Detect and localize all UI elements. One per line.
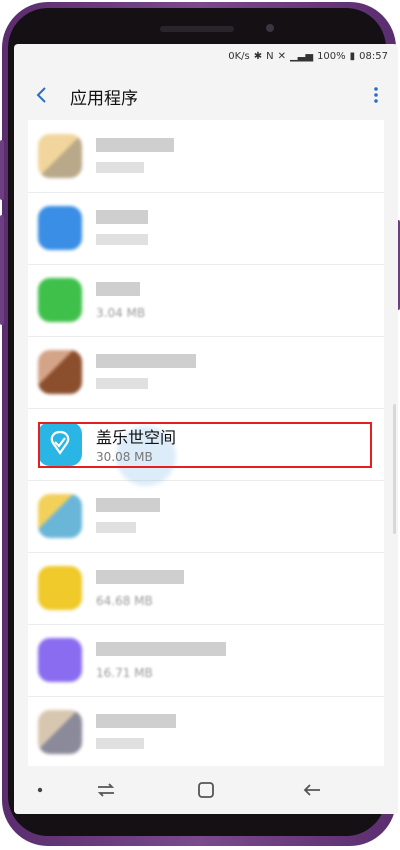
app-icon <box>38 494 82 538</box>
back-icon[interactable] <box>300 778 324 802</box>
clock: 08:57 <box>359 51 388 62</box>
app-size: 16.71 MB <box>96 666 153 680</box>
app-row-6[interactable] <box>28 480 384 553</box>
signal-icon: ▁▃▅ <box>289 51 314 62</box>
volume-button <box>0 140 4 200</box>
scrollbar[interactable] <box>393 404 396 534</box>
home-icon[interactable] <box>194 778 218 802</box>
navigation-bar <box>14 766 398 814</box>
app-icon <box>38 710 82 754</box>
app-row-2[interactable] <box>28 192 384 265</box>
app-bar: 应用程序 <box>14 72 398 120</box>
size-placeholder <box>96 234 148 245</box>
size-placeholder <box>96 522 136 533</box>
phone-frame: 0K/s ✱ N ✕ ▁▃▅ 100% ▮ 08:57 应用程序 3.04 MB… <box>0 0 400 850</box>
dot-indicator-icon <box>37 787 43 793</box>
bixby-button <box>0 215 4 325</box>
name-placeholder <box>96 138 174 152</box>
app-row-8[interactable]: 16.71 MB <box>28 624 384 697</box>
app-row-galaxy-space[interactable]: 盖乐世空间 30.08 MB <box>28 408 384 486</box>
app-icon <box>38 278 82 322</box>
app-icon <box>38 350 82 394</box>
name-placeholder <box>96 498 160 512</box>
app-row-1[interactable] <box>28 120 384 193</box>
nfc-icon: N <box>266 51 274 62</box>
mute-icon: ✕ <box>277 51 286 62</box>
app-row-9[interactable] <box>28 696 384 769</box>
name-placeholder <box>96 642 226 656</box>
app-row-7[interactable]: 64.68 MB <box>28 552 384 625</box>
net-speed: 0K/s <box>228 51 250 62</box>
app-list[interactable]: 3.04 MB 盖乐世空间 30.08 MB 64.68 MB 16.71 MB <box>28 120 384 802</box>
name-placeholder <box>96 354 196 368</box>
earpiece <box>160 26 234 32</box>
status-bar: 0K/s ✱ N ✕ ▁▃▅ 100% ▮ 08:57 <box>14 44 398 72</box>
status-icons: 0K/s ✱ N ✕ ▁▃▅ 100% ▮ 08:57 <box>228 51 388 62</box>
back-arrow-icon[interactable] <box>32 84 54 106</box>
app-icon <box>38 206 82 250</box>
app-size: 3.04 MB <box>96 306 146 320</box>
highlight-box <box>38 422 372 468</box>
app-icon <box>38 566 82 610</box>
battery-icon: ▮ <box>349 51 356 62</box>
camera-icon <box>266 24 274 32</box>
screen: 0K/s ✱ N ✕ ▁▃▅ 100% ▮ 08:57 应用程序 3.04 MB… <box>14 44 398 814</box>
size-placeholder <box>96 378 148 389</box>
app-row-3[interactable]: 3.04 MB <box>28 264 384 337</box>
more-options-icon[interactable] <box>368 84 384 106</box>
name-placeholder <box>96 714 176 728</box>
app-icon <box>38 134 82 178</box>
app-size: 64.68 MB <box>96 594 153 608</box>
app-row-4[interactable] <box>28 336 384 409</box>
size-placeholder <box>96 738 144 749</box>
size-placeholder <box>96 162 144 173</box>
phone-inner: 0K/s ✱ N ✕ ▁▃▅ 100% ▮ 08:57 应用程序 3.04 MB… <box>8 8 398 836</box>
recent-apps-icon[interactable] <box>94 778 118 802</box>
page-title: 应用程序 <box>70 89 138 109</box>
battery-level: 100% <box>317 51 346 62</box>
name-placeholder <box>96 282 140 296</box>
name-placeholder <box>96 210 148 224</box>
app-icon <box>38 638 82 682</box>
name-placeholder <box>96 570 184 584</box>
bluetooth-icon: ✱ <box>253 51 263 62</box>
